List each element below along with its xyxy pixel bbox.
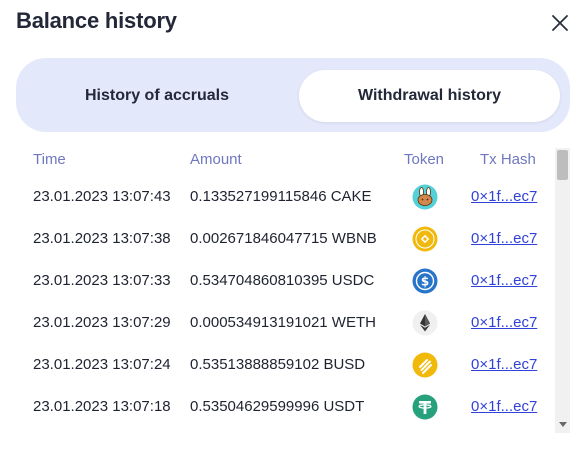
tx-hash-link[interactable]: 0×1f...ec7: [471, 344, 537, 386]
tab-withdrawal-history[interactable]: Withdrawal history: [299, 70, 560, 122]
row-time: 23.01.2023 13:07:24: [33, 356, 171, 373]
row-amount: 0.002671846047715 WBNB: [190, 230, 377, 247]
table-row: 23.01.2023 13:07:29 0.000534913191021 WE…: [0, 302, 555, 344]
usdc-token-icon: $: [412, 268, 438, 294]
svg-text:$: $: [421, 275, 429, 289]
row-amount: 0.534704860810395 USDC: [190, 272, 375, 289]
table-row: 23.01.2023 13:07:18 0.53504629599996 USD…: [0, 386, 555, 428]
close-icon[interactable]: [548, 11, 572, 35]
table-row: 23.01.2023 13:07:38 0.002671846047715 WB…: [0, 218, 555, 260]
tab-history-of-accruals[interactable]: History of accruals: [16, 70, 298, 122]
table-row: 23.01.2023 13:07:24 0.53513888859102 BUS…: [0, 344, 555, 386]
column-header-time: Time: [33, 151, 66, 168]
busd-token-icon: [412, 352, 438, 378]
tx-hash-link[interactable]: 0×1f...ec7: [471, 386, 537, 428]
usdt-token-icon: [412, 394, 438, 420]
row-amount: 0.53513888859102 BUSD: [190, 356, 366, 373]
row-time: 23.01.2023 13:07:33: [33, 272, 171, 289]
table-row: 23.01.2023 13:07:43 0.133527199115846 CA…: [0, 176, 555, 218]
column-header-token: Token: [404, 151, 445, 168]
scrollbar-track[interactable]: [555, 148, 570, 433]
tx-hash-link[interactable]: 0×1f...ec7: [471, 176, 537, 218]
tx-hash-link[interactable]: 0×1f...ec7: [471, 260, 537, 302]
tx-hash-link[interactable]: 0×1f...ec7: [471, 218, 537, 260]
column-header-amount: Amount: [190, 151, 242, 168]
dialog-title: Balance history: [16, 8, 177, 33]
weth-token-icon: [412, 310, 438, 336]
tab-switcher: History of accruals Withdrawal history: [16, 58, 570, 132]
row-amount: 0.000534913191021 WETH: [190, 314, 376, 331]
scrollbar-thumb[interactable]: [557, 150, 568, 180]
row-amount: 0.53504629599996 USDT: [190, 398, 365, 415]
wbnb-token-icon: [412, 226, 438, 252]
tx-hash-link[interactable]: 0×1f...ec7: [471, 302, 537, 344]
row-time: 23.01.2023 13:07:38: [33, 230, 171, 247]
scroll-down-arrow-icon[interactable]: [559, 422, 567, 427]
row-amount: 0.133527199115846 CAKE: [190, 188, 372, 205]
row-time: 23.01.2023 13:07:43: [33, 188, 171, 205]
cake-token-icon: [412, 184, 438, 210]
table-row: 23.01.2023 13:07:33 0.534704860810395 US…: [0, 260, 555, 302]
row-time: 23.01.2023 13:07:29: [33, 314, 171, 331]
row-time: 23.01.2023 13:07:18: [33, 398, 171, 415]
column-header-tx-hash: Tx Hash: [480, 151, 536, 168]
